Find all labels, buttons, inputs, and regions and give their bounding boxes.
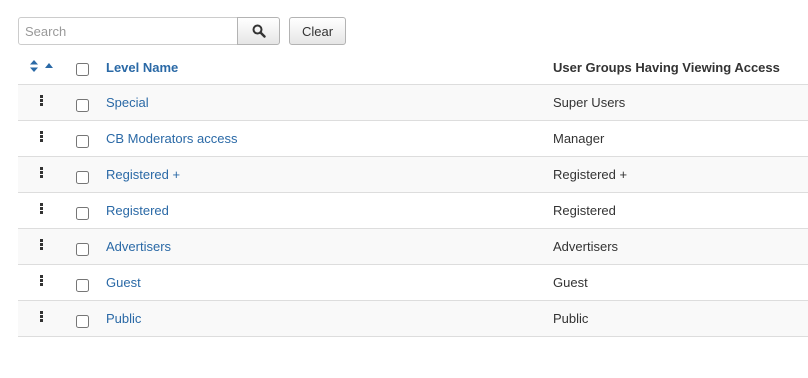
row-checkbox[interactable] [76, 206, 89, 220]
level-name-link[interactable]: Special [106, 95, 149, 110]
user-groups-header-label: User Groups Having Viewing Access [553, 59, 780, 75]
row-checkbox[interactable] [76, 278, 89, 292]
table-row: CB Moderators access Manager [18, 120, 808, 156]
search-input[interactable] [18, 17, 238, 45]
ordering-header [18, 50, 64, 84]
search-icon [252, 24, 266, 38]
drag-handle-icon[interactable] [18, 121, 64, 156]
drag-handle-icon[interactable] [18, 301, 64, 336]
user-groups-value: Registered + [553, 167, 628, 182]
level-name-link[interactable]: CB Moderators access [106, 131, 238, 146]
sort-ascending-icon[interactable] [44, 63, 53, 69]
table-row: Public Public [18, 300, 808, 337]
level-name-header[interactable]: Level Name [106, 50, 178, 84]
drag-handle-icon[interactable] [18, 157, 64, 192]
filter-toolbar: Clear [18, 17, 347, 45]
select-all-checkbox[interactable] [76, 62, 89, 76]
user-groups-value: Advertisers [553, 239, 619, 254]
user-groups-value: Super Users [553, 95, 626, 110]
sort-icon[interactable] [29, 60, 38, 72]
table-row: Special Super Users [18, 84, 808, 120]
user-groups-header: User Groups Having Viewing Access [553, 50, 780, 84]
row-checkbox[interactable] [76, 134, 89, 148]
level-name-link[interactable]: Advertisers [106, 239, 171, 254]
table-row: Advertisers Advertisers [18, 228, 808, 264]
select-all-cell [76, 50, 90, 84]
search-button[interactable] [237, 17, 280, 45]
level-name-link[interactable]: Guest [106, 275, 141, 290]
row-checkbox[interactable] [76, 98, 89, 112]
access-levels-table: Level Name User Groups Having Viewing Ac… [18, 50, 808, 337]
clear-button[interactable]: Clear [289, 17, 347, 45]
sort-controls[interactable] [29, 60, 53, 72]
table-row: Guest Guest [18, 264, 808, 300]
table-header: Level Name User Groups Having Viewing Ac… [18, 50, 808, 84]
table-row: Registered + Registered + [18, 156, 808, 192]
level-name-link[interactable]: Registered + [106, 167, 180, 182]
user-groups-value: Public [553, 311, 589, 326]
drag-handle-icon[interactable] [18, 193, 64, 228]
row-checkbox[interactable] [76, 170, 89, 184]
drag-handle-icon[interactable] [18, 85, 64, 120]
row-checkbox[interactable] [76, 314, 89, 328]
drag-handle-icon[interactable] [18, 229, 64, 264]
user-groups-value: Registered [553, 203, 616, 218]
user-groups-value: Guest [553, 275, 588, 290]
level-name-link[interactable]: Public [106, 311, 141, 326]
level-name-link[interactable]: Registered [106, 203, 169, 218]
table-row: Registered Registered [18, 192, 808, 228]
drag-handle-icon[interactable] [18, 265, 64, 300]
row-checkbox[interactable] [76, 242, 89, 256]
level-name-header-label[interactable]: Level Name [106, 60, 178, 75]
user-groups-value: Manager [553, 131, 605, 146]
